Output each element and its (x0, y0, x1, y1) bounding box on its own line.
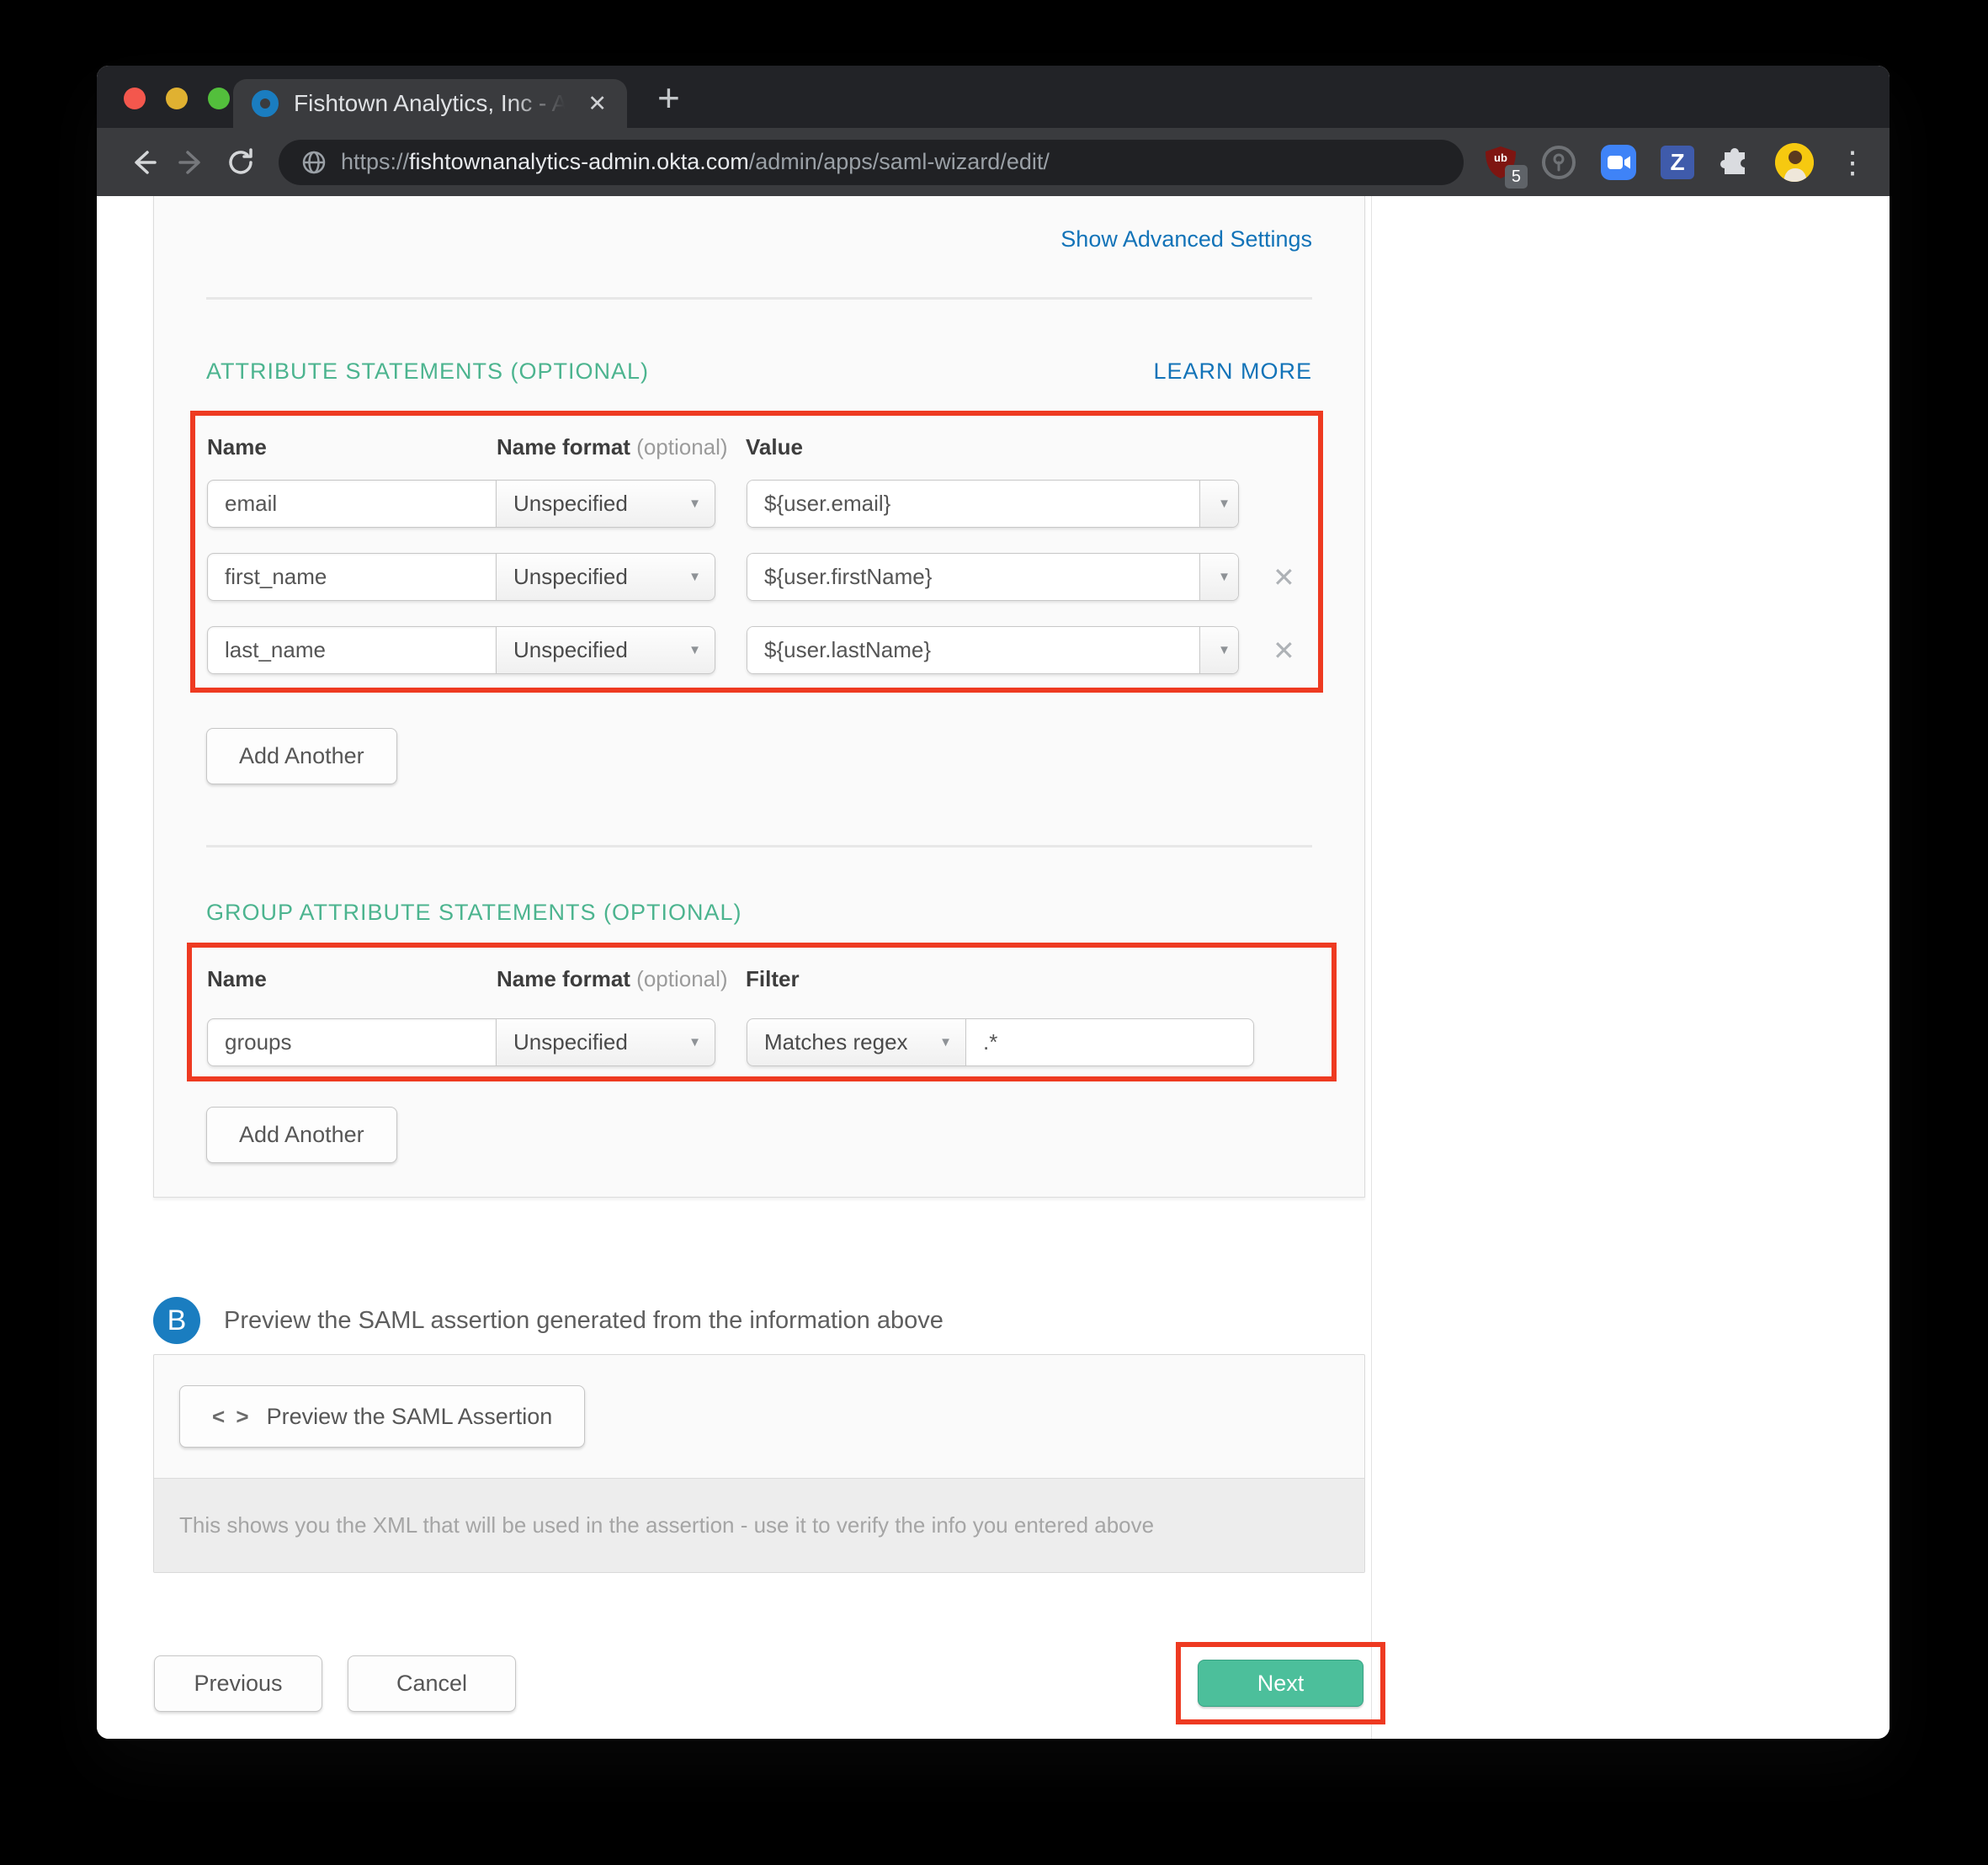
zoom-extension-icon[interactable] (1600, 144, 1637, 181)
tab-strip: Fishtown Analytics, Inc - Applic ✕ + (97, 66, 1890, 128)
code-brackets-icon: < > (212, 1404, 252, 1430)
chevron-down-icon: ▼ (1218, 570, 1231, 584)
name-format-select[interactable]: Unspecified▼ (497, 553, 715, 601)
group-attribute-statements-title: GROUP ATTRIBUTE STATEMENTS (OPTIONAL) (206, 900, 1312, 926)
column-header-name-format: Name format (optional) (497, 434, 746, 461)
attribute-row: Unspecified▼ ▼ ✕ (207, 626, 1318, 674)
attribute-value-combobox[interactable]: ▼ (747, 480, 1239, 528)
chevron-down-icon: ▼ (939, 1035, 952, 1049)
extensions-puzzle-icon[interactable] (1718, 146, 1751, 179)
group-attribute-row: Unspecified▼ Matches regex▼ (207, 1018, 1332, 1066)
group-attribute-annotation-box: Name Name format (optional) Filter Unspe… (187, 943, 1337, 1081)
column-header-name: Name (207, 966, 497, 993)
svg-text:ub: ub (1494, 151, 1507, 164)
saml-settings-panel: Show Advanced Settings ATTRIBUTE STATEME… (153, 196, 1365, 1198)
okta-favicon-icon (252, 90, 279, 117)
window-controls (124, 88, 230, 109)
column-header-name-format: Name format (optional) (497, 966, 746, 993)
next-button-annotation-box: Next (1176, 1642, 1385, 1724)
step-b-label: Preview the SAML assertion generated fro… (224, 1307, 944, 1335)
close-tab-icon[interactable]: ✕ (586, 93, 609, 115)
minimize-window-button[interactable] (166, 88, 188, 109)
onepassword-extension-icon[interactable] (1541, 145, 1576, 180)
ublock-badge: 5 (1505, 165, 1528, 189)
divider (206, 297, 1312, 300)
value-dropdown-button[interactable]: ▼ (1199, 554, 1238, 600)
attribute-row: Unspecified▼ ▼ (207, 480, 1318, 528)
attribute-value-input[interactable] (747, 481, 1199, 527)
divider (206, 845, 1312, 847)
chevron-down-icon: ▼ (688, 1035, 701, 1049)
ublock-extension-icon[interactable]: ub 5 (1484, 145, 1518, 180)
delete-row-icon[interactable]: ✕ (1268, 563, 1300, 592)
tab-title: Fishtown Analytics, Inc - Applic (294, 90, 571, 117)
zoom-window-button[interactable] (208, 88, 230, 109)
chevron-down-icon: ▼ (688, 570, 701, 584)
address-bar[interactable]: https://fishtownanalytics-admin.okta.com… (279, 140, 1464, 185)
group-name-input[interactable] (207, 1018, 497, 1066)
globe-icon (300, 149, 327, 176)
learn-more-link[interactable]: LEARN MORE (1153, 359, 1312, 385)
new-tab-button[interactable]: + (652, 77, 685, 118)
column-header-name: Name (207, 434, 497, 461)
previous-button[interactable]: Previous (154, 1655, 322, 1712)
browser-toolbar: https://fishtownanalytics-admin.okta.com… (97, 128, 1890, 196)
url-text: https://fishtownanalytics-admin.okta.com… (341, 149, 1050, 175)
chevron-down-icon: ▼ (1218, 497, 1231, 511)
attribute-value-combobox[interactable]: ▼ (747, 553, 1239, 601)
saml-preview-panel: < > Preview the SAML Assertion This show… (153, 1354, 1365, 1573)
preview-note-text: This shows you the XML that will be used… (154, 1478, 1364, 1572)
name-format-select[interactable]: Unspecified▼ (497, 626, 715, 674)
close-window-button[interactable] (124, 88, 146, 109)
add-another-attribute-button[interactable]: Add Another (206, 728, 397, 784)
attribute-statements-annotation-box: Name Name format (optional) Value Unspec… (190, 411, 1323, 693)
name-format-select[interactable]: Unspecified▼ (497, 480, 715, 528)
back-icon[interactable] (127, 146, 159, 178)
value-dropdown-button[interactable]: ▼ (1199, 481, 1238, 527)
filter-type-select[interactable]: Matches regex▼ (747, 1018, 966, 1066)
show-advanced-settings-link[interactable]: Show Advanced Settings (1060, 226, 1312, 252)
attribute-value-combobox[interactable]: ▼ (747, 626, 1239, 674)
preview-saml-assertion-button[interactable]: < > Preview the SAML Assertion (179, 1385, 585, 1448)
chevron-down-icon: ▼ (688, 497, 701, 511)
cancel-button[interactable]: Cancel (348, 1655, 516, 1712)
browser-menu-icon[interactable]: ⋮ (1837, 153, 1868, 172)
name-format-select[interactable]: Unspecified▼ (497, 1018, 715, 1066)
column-header-value: Value (746, 434, 1318, 461)
attribute-value-input[interactable] (747, 554, 1199, 600)
z-extension-icon[interactable]: Z (1661, 146, 1694, 179)
delete-row-icon[interactable]: ✕ (1268, 636, 1300, 665)
browser-window: Fishtown Analytics, Inc - Applic ✕ + htt… (97, 66, 1890, 1739)
page-content: Show Advanced Settings ATTRIBUTE STATEME… (97, 196, 1890, 1739)
reload-icon[interactable] (225, 146, 257, 178)
attribute-value-input[interactable] (747, 627, 1199, 673)
extensions-area: ub 5 Z ⋮ (1484, 143, 1868, 182)
next-button[interactable]: Next (1198, 1660, 1363, 1707)
add-another-group-attribute-button[interactable]: Add Another (206, 1107, 397, 1163)
filter-value-input[interactable] (966, 1018, 1254, 1066)
attribute-name-input[interactable] (207, 626, 497, 674)
chevron-down-icon: ▼ (688, 643, 701, 657)
attribute-name-input[interactable] (207, 553, 497, 601)
forward-icon[interactable] (176, 146, 208, 178)
profile-avatar[interactable] (1775, 143, 1814, 182)
step-b-badge: B (153, 1297, 200, 1344)
column-header-filter: Filter (746, 966, 1332, 993)
attribute-row: Unspecified▼ ▼ ✕ (207, 553, 1318, 601)
attribute-statements-title: ATTRIBUTE STATEMENTS (OPTIONAL) (206, 359, 649, 385)
value-dropdown-button[interactable]: ▼ (1199, 627, 1238, 673)
browser-tab[interactable]: Fishtown Analytics, Inc - Applic ✕ (233, 79, 627, 128)
chevron-down-icon: ▼ (1218, 643, 1231, 657)
main-content-column: Show Advanced Settings ATTRIBUTE STATEME… (97, 196, 1372, 1739)
attribute-name-input[interactable] (207, 480, 497, 528)
